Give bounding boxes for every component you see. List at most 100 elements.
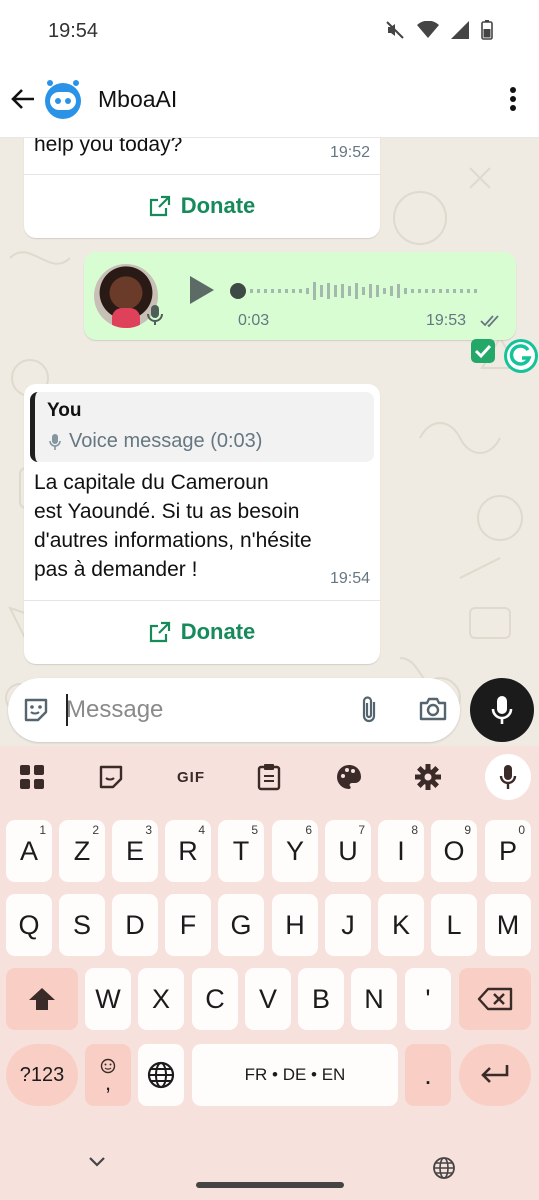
palette-icon[interactable]: [334, 762, 364, 792]
chevron-down-icon[interactable]: [88, 1156, 106, 1168]
message-time: 19:54: [329, 570, 370, 587]
key-m[interactable]: M: [485, 894, 531, 956]
key-apostrophe[interactable]: ': [405, 968, 451, 1030]
checkbox-badge-icon[interactable]: [470, 338, 496, 364]
chat-title[interactable]: MboaAI: [98, 86, 177, 113]
key-k[interactable]: K: [378, 894, 424, 956]
microphone-icon: [491, 696, 513, 724]
key-p[interactable]: P0: [485, 820, 531, 882]
attach-icon[interactable]: [358, 696, 382, 724]
message-line: La capitale du Cameroun: [34, 471, 269, 494]
apps-grid-icon[interactable]: [17, 762, 47, 792]
key-g[interactable]: G: [218, 894, 264, 956]
quote-text: Voice message (0:03): [69, 430, 263, 452]
language-key[interactable]: [138, 1044, 184, 1106]
incoming-message[interactable]: help you today? 19:52 Donate: [24, 138, 380, 238]
voice-record-button[interactable]: [470, 678, 534, 742]
message-input-pill[interactable]: [8, 678, 460, 742]
symbols-key[interactable]: ?123: [6, 1044, 78, 1106]
navigation-bar: [0, 1140, 539, 1200]
voice-message[interactable]: 0:03 19:53: [84, 252, 516, 340]
keyboard-toolbar: GIF: [0, 746, 539, 808]
key-label: P: [498, 835, 517, 866]
key-label: E: [125, 835, 144, 866]
key-a[interactable]: A1: [6, 820, 52, 882]
globe-icon: [147, 1061, 175, 1089]
key-label: R: [178, 835, 198, 866]
key-f[interactable]: F: [165, 894, 211, 956]
settings-gear-icon[interactable]: [413, 762, 443, 792]
key-hint: 0: [518, 823, 525, 837]
message-input[interactable]: [66, 692, 326, 728]
read-receipt-icon: [480, 315, 499, 328]
key-t[interactable]: T5: [218, 820, 264, 882]
message-text: La capitale du Cameroun est Yaoundé. Si …: [34, 468, 312, 584]
sticker-emoji-icon[interactable]: [22, 696, 50, 724]
status-icons: [385, 20, 493, 40]
message-text: help you today?: [34, 138, 183, 156]
key-d[interactable]: D: [112, 894, 158, 956]
donate-label: Donate: [180, 618, 256, 644]
key-j[interactable]: J: [325, 894, 371, 956]
key-l[interactable]: L: [431, 894, 477, 956]
key-r[interactable]: R4: [165, 820, 211, 882]
key-c[interactable]: C: [192, 968, 238, 1030]
backspace-key[interactable]: [459, 968, 531, 1030]
text-caret: [66, 694, 68, 726]
home-gesture-handle[interactable]: [196, 1182, 344, 1188]
key-label: O: [443, 835, 465, 866]
wifi-icon: [417, 21, 439, 38]
key-label: I: [397, 835, 405, 866]
message-time: 19:53: [426, 312, 467, 329]
key-n[interactable]: N: [351, 968, 397, 1030]
camera-icon[interactable]: [418, 696, 448, 722]
message-line: d'autres informations, n'hésite: [34, 529, 312, 552]
gif-button[interactable]: GIF: [174, 762, 208, 792]
sticker-icon[interactable]: [96, 762, 126, 792]
clipboard-icon[interactable]: [254, 762, 284, 792]
external-link-icon: [149, 195, 170, 216]
voice-typing-button[interactable]: [485, 754, 531, 800]
voice-waveform[interactable]: [228, 276, 498, 306]
back-arrow-icon[interactable]: [10, 86, 36, 112]
enter-key[interactable]: [459, 1044, 531, 1106]
battery-icon: [481, 20, 493, 40]
more-options-icon[interactable]: [509, 86, 517, 112]
play-icon[interactable]: [188, 274, 216, 306]
donate-button[interactable]: Donate: [24, 600, 380, 662]
key-o[interactable]: O9: [431, 820, 477, 882]
key-q[interactable]: Q: [6, 894, 52, 956]
key-hint: 5: [251, 823, 258, 837]
space-key[interactable]: FR • DE • EN: [192, 1044, 398, 1106]
chat-area[interactable]: help you today? 19:52 Donate 0:03 19:53 …: [0, 138, 539, 746]
key-z[interactable]: Z2: [59, 820, 105, 882]
key-s[interactable]: S: [59, 894, 105, 956]
incoming-reply-message[interactable]: You Voice message (0:03) La capitale du …: [24, 384, 380, 664]
period-key[interactable]: .: [405, 1044, 451, 1106]
key-hint: 6: [305, 823, 312, 837]
bot-avatar-icon[interactable]: [42, 78, 84, 120]
quoted-message[interactable]: You Voice message (0:03): [30, 392, 374, 462]
key-w[interactable]: W: [85, 968, 131, 1030]
key-y[interactable]: Y6: [272, 820, 318, 882]
enter-icon: [481, 1065, 509, 1083]
key-x[interactable]: X: [138, 968, 184, 1030]
key-v[interactable]: V: [245, 968, 291, 1030]
grammarly-icon[interactable]: [503, 338, 539, 374]
key-label: A: [19, 835, 38, 866]
emoji-comma-key[interactable]: ,: [85, 1044, 131, 1106]
voice-duration: 0:03: [238, 312, 270, 329]
donate-button[interactable]: Donate: [24, 174, 380, 236]
message-composer: [0, 676, 539, 746]
key-e[interactable]: E3: [112, 820, 158, 882]
key-i[interactable]: I8: [378, 820, 424, 882]
key-h[interactable]: H: [272, 894, 318, 956]
shift-key[interactable]: [6, 968, 78, 1030]
key-u[interactable]: U7: [325, 820, 371, 882]
key-hint: 1: [39, 823, 46, 837]
key-hint: 9: [464, 823, 471, 837]
globe-icon[interactable]: [432, 1156, 456, 1180]
key-b[interactable]: B: [298, 968, 344, 1030]
key-label: T: [232, 835, 250, 866]
mic-badge-icon: [147, 305, 163, 325]
